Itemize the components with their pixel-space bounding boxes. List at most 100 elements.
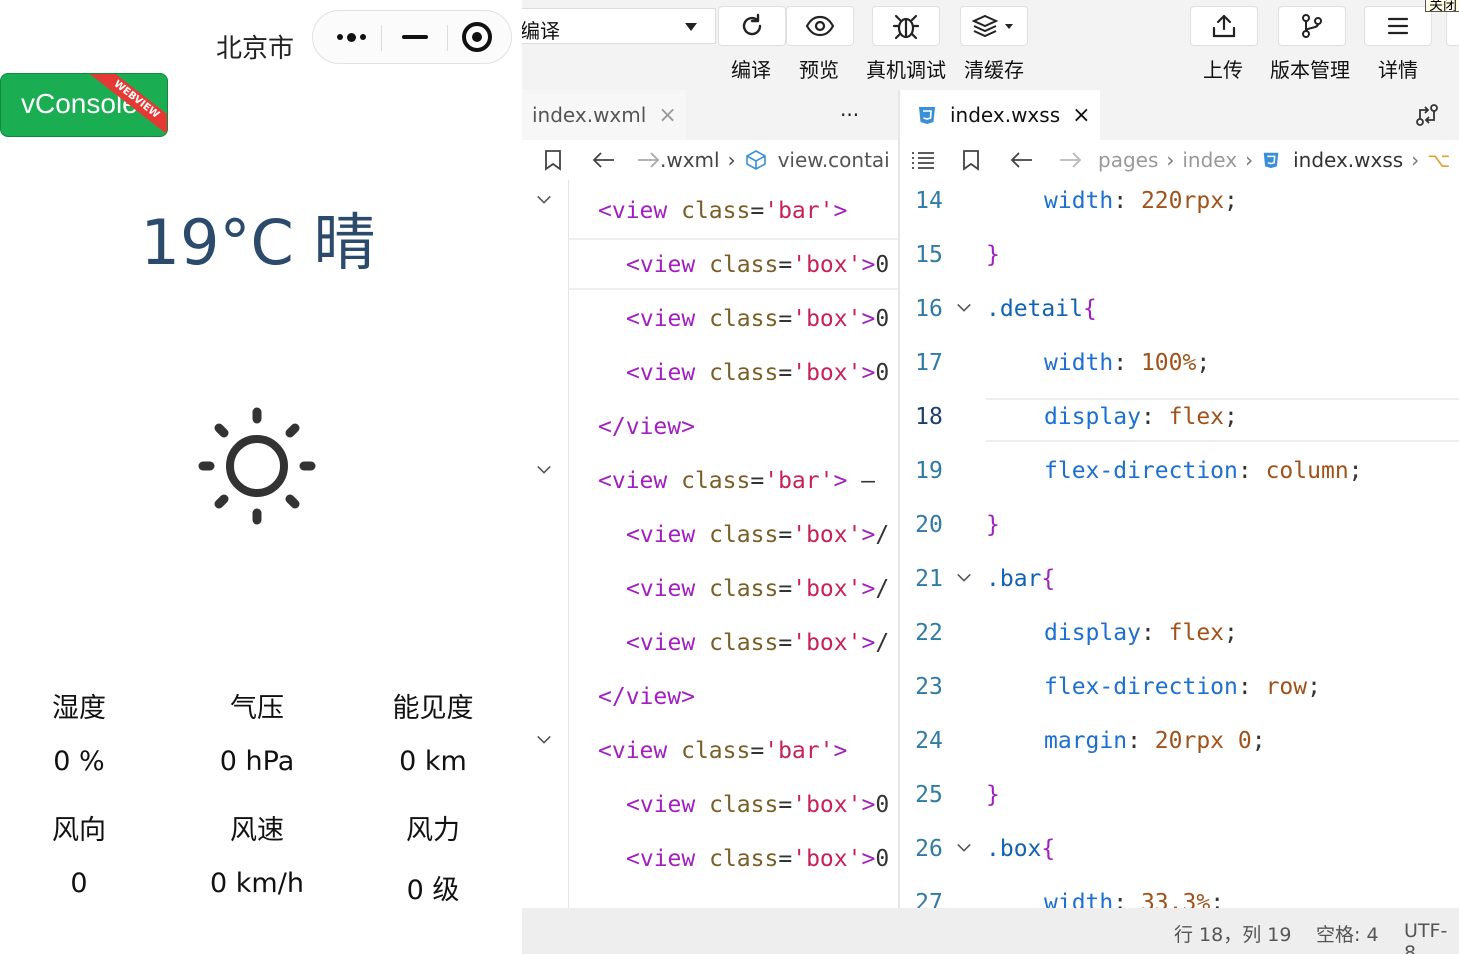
device-debug-button[interactable] — [872, 6, 940, 46]
minimize-button[interactable] — [383, 11, 447, 63]
code-line[interactable]: <view class='bar'> — — [598, 454, 875, 508]
fold-chevron-icon[interactable] — [956, 570, 972, 586]
code-attr: class — [681, 738, 751, 764]
breadcrumb-file[interactable]: .wxml — [660, 148, 720, 172]
fold-chevron-icon[interactable] — [536, 732, 552, 748]
back-arrow-icon[interactable] — [1010, 150, 1034, 170]
code-line[interactable]: .bar{ — [986, 552, 1055, 606]
compare-icon[interactable] — [1414, 102, 1440, 128]
code-punct: ; — [1224, 404, 1238, 430]
forward-arrow-icon[interactable] — [636, 150, 660, 170]
code-text: / — [875, 576, 890, 602]
overflow-button[interactable] — [1446, 6, 1459, 46]
code-line[interactable]: display: flex; — [1044, 390, 1238, 444]
code-line[interactable]: } — [986, 228, 1000, 282]
close-icon[interactable]: × — [658, 103, 676, 128]
code-text: 0 — [875, 360, 890, 386]
code-line[interactable]: .detail{ — [986, 282, 1097, 336]
code-punct: : — [1140, 620, 1169, 646]
code-line[interactable]: flex-direction: column; — [1044, 444, 1363, 498]
fold-chevron-icon[interactable] — [956, 840, 972, 856]
css-selector: .detail — [986, 296, 1083, 322]
cursor-position[interactable]: 行 18，列 19 — [1174, 920, 1291, 947]
code-line[interactable]: <view class='box'>0 — [626, 346, 889, 400]
code-punct: : — [1113, 188, 1141, 214]
breadcrumb-node[interactable]: view.contai — [778, 148, 890, 172]
code-tag: <view — [626, 630, 696, 656]
code-line[interactable]: <view class='box'>0 — [626, 832, 889, 886]
code-brace: } — [986, 782, 1000, 808]
code-line[interactable]: <view class='box'>/ — [626, 616, 889, 670]
code-text: 0 — [875, 792, 890, 818]
code-punct: = — [750, 198, 765, 224]
vconsole-button[interactable]: vConsole WEBVIEW — [0, 73, 168, 137]
code-tag: > — [861, 522, 876, 548]
css-value: row — [1265, 674, 1308, 700]
version-management-label: 版本管理 — [1270, 58, 1350, 82]
more-icon: ··· — [840, 103, 860, 127]
tab-index-wxml[interactable]: index.wxml × — [522, 90, 686, 140]
clear-cache-button[interactable] — [960, 6, 1028, 46]
wxml-editor[interactable]: <view class='bar'> <view class='box'>0 <vi… — [522, 180, 898, 908]
code-line[interactable]: display: flex; — [1044, 606, 1238, 660]
details-button[interactable] — [1364, 6, 1432, 46]
more-tabs-button[interactable]: ··· — [840, 90, 880, 140]
code-line[interactable]: <view class='box'>0 — [626, 292, 889, 346]
code-line[interactable]: <view class='bar'> — [598, 184, 847, 238]
bookmark-icon[interactable] — [962, 149, 980, 171]
branch-icon — [1302, 14, 1322, 38]
css-property: flex-direction — [1044, 674, 1238, 700]
code-attr: class — [709, 522, 779, 548]
more-button[interactable] — [319, 11, 383, 63]
code-line[interactable]: </view> — [598, 400, 695, 454]
bookmark-icon[interactable] — [544, 149, 562, 171]
breadcrumb-index[interactable]: index — [1182, 148, 1237, 172]
line-number: 15 — [915, 242, 943, 268]
code-line[interactable]: } — [986, 498, 1000, 552]
tab-index-wxss[interactable]: index.wxss × — [900, 90, 1100, 140]
wxss-editor[interactable]: 14 15 16 17 18 19 20 21 22 23 24 25 26 27 width: 220r… — [900, 180, 1459, 908]
code-line[interactable]: </view> — [598, 670, 695, 724]
code-line[interactable]: <view class='box'>0 — [626, 778, 889, 832]
fold-chevron-icon[interactable] — [536, 462, 552, 478]
code-line[interactable]: .box{ — [986, 822, 1055, 876]
code-punct: = — [750, 468, 765, 494]
outline-list-icon[interactable] — [910, 150, 936, 170]
code-line[interactable]: <view class='box'>0 — [626, 238, 889, 292]
code-string: 'bar' — [764, 198, 834, 224]
simulator-panel: 北京市 vConsole WEBVIEW 19°C 晴 湿度 气压 能见度 0 … — [0, 0, 522, 954]
css-property: width — [1044, 188, 1114, 214]
code-line[interactable]: flex-direction: row; — [1044, 660, 1321, 714]
upload-button[interactable] — [1190, 6, 1258, 46]
code-text: / — [875, 522, 890, 548]
code-punct: = — [778, 252, 793, 278]
code-line[interactable]: margin: 20rpx 0; — [1044, 714, 1266, 768]
code-line[interactable]: width: 100%; — [1044, 336, 1210, 390]
code-line[interactable]: width: 220rpx; — [1044, 180, 1238, 228]
code-line[interactable]: <view class='bar'> — [598, 724, 847, 778]
back-arrow-icon[interactable] — [592, 150, 616, 170]
encoding[interactable]: UTF-8 — [1404, 920, 1459, 954]
preview-button[interactable] — [786, 6, 854, 46]
visibility-label: 能见度 — [392, 693, 474, 724]
indent-setting[interactable]: 空格: 4 — [1316, 920, 1379, 947]
upload-label: 上传 — [1203, 58, 1243, 82]
compile-mode-select[interactable]: 编译 — [522, 8, 716, 44]
close-mini-program-button[interactable] — [445, 11, 509, 63]
compile-button[interactable] — [718, 6, 786, 46]
breadcrumb-pages[interactable]: pages — [1098, 148, 1158, 172]
code-line[interactable]: width: 33.3%; — [1044, 876, 1224, 908]
fold-chevron-icon[interactable] — [536, 192, 552, 208]
css-value: 33.3% — [1140, 890, 1211, 908]
breadcrumb-file[interactable]: index.wxss — [1293, 148, 1403, 172]
fold-chevron-icon[interactable] — [956, 300, 972, 316]
code-line[interactable]: <view class='box'>/ — [626, 562, 889, 616]
code-line[interactable]: } — [986, 768, 1000, 822]
close-icon[interactable]: × — [1072, 103, 1090, 128]
forward-arrow-icon[interactable] — [1058, 150, 1082, 170]
version-management-button[interactable] — [1278, 6, 1346, 46]
code-line[interactable]: <view class='box'>/ — [626, 508, 889, 562]
